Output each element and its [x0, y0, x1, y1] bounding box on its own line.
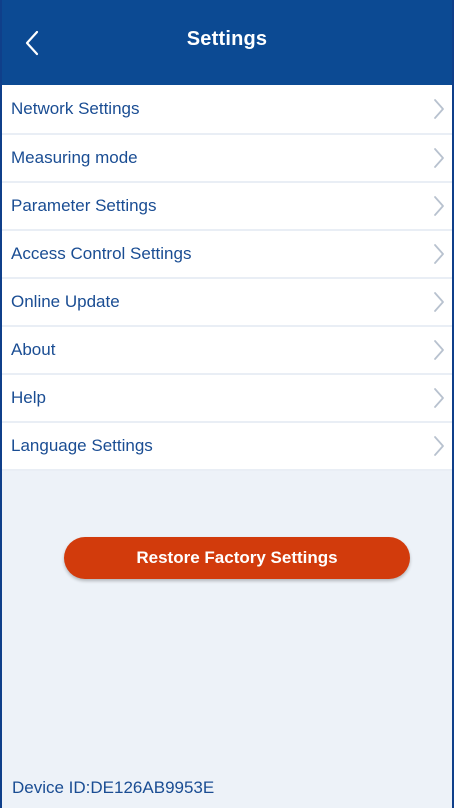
menu-item-language-settings[interactable]: Language Settings	[2, 423, 452, 471]
device-id-label: Device ID:DE126AB9953E	[12, 778, 215, 797]
chevron-right-icon	[433, 435, 445, 457]
chevron-right-icon	[433, 195, 445, 217]
menu-item-online-update[interactable]: Online Update	[2, 279, 452, 327]
chevron-right-icon	[433, 291, 445, 313]
chevron-right-icon	[433, 387, 445, 409]
menu-item-label: Access Control Settings	[11, 244, 192, 263]
menu-item-parameter-settings[interactable]: Parameter Settings	[2, 183, 452, 231]
chevron-right-icon	[433, 339, 445, 361]
menu-item-measuring-mode[interactable]: Measuring mode	[2, 135, 452, 183]
top-app-bar: Settings	[2, 0, 452, 85]
settings-screen: Settings Network Settings Measuring mode…	[0, 0, 454, 808]
menu-item-help[interactable]: Help	[2, 375, 452, 423]
chevron-right-icon	[433, 243, 445, 265]
menu-item-label: Parameter Settings	[11, 196, 157, 215]
menu-item-about[interactable]: About	[2, 327, 452, 375]
menu-item-label: Online Update	[11, 292, 120, 311]
menu-item-label: Language Settings	[11, 436, 153, 455]
menu-item-label: About	[11, 340, 56, 359]
settings-menu: Network Settings Measuring mode Paramete…	[2, 85, 452, 471]
menu-item-network-settings[interactable]: Network Settings	[2, 85, 452, 135]
menu-item-label: Help	[11, 388, 46, 407]
menu-item-label: Measuring mode	[11, 148, 138, 167]
page-title: Settings	[186, 28, 268, 50]
chevron-right-icon	[433, 98, 445, 120]
restore-button-container: Restore Factory Settings	[64, 537, 410, 579]
menu-item-label: Network Settings	[11, 99, 140, 118]
restore-factory-settings-button[interactable]: Restore Factory Settings	[64, 537, 410, 579]
chevron-right-icon	[433, 147, 445, 169]
menu-item-access-control-settings[interactable]: Access Control Settings	[2, 231, 452, 279]
